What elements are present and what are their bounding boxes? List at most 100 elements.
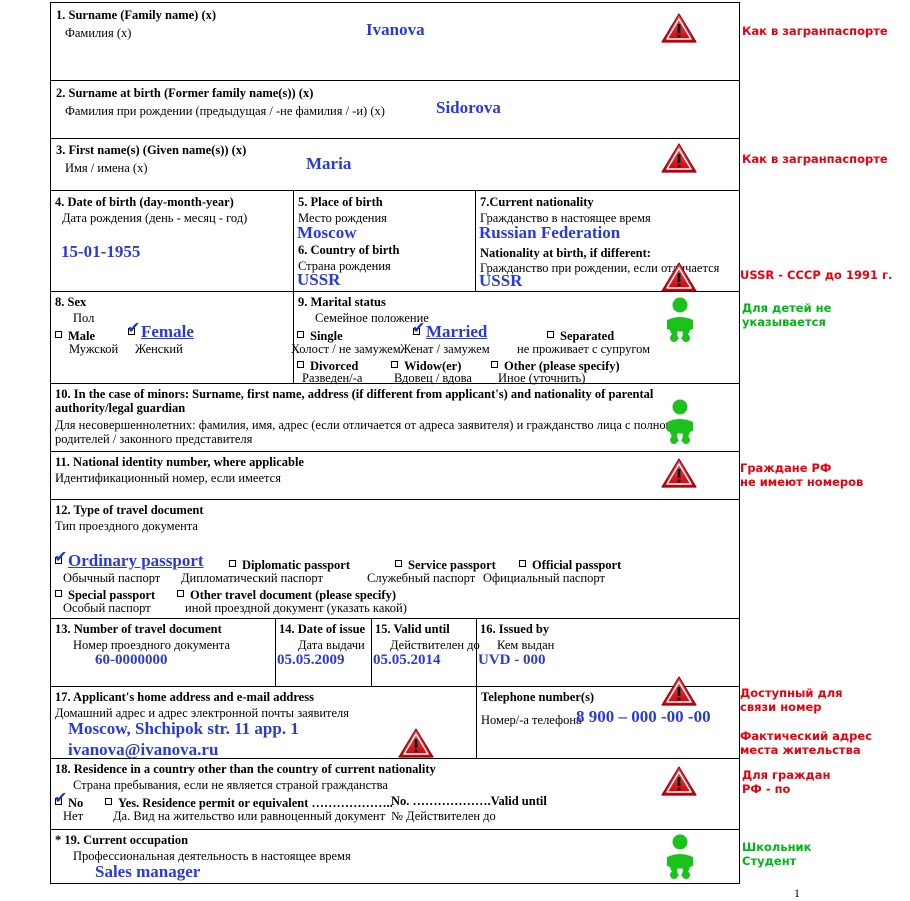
option-residence-no-label-en: No [68, 796, 84, 810]
field-10-label-ru: Для несовершеннолетних: фамилия, имя, ад… [55, 418, 674, 446]
field-row-19: * 19. Current occupation Профессиональна… [51, 830, 739, 885]
option-marital-single-label-ru: Холост / не замужем [291, 342, 401, 356]
child-icon [660, 296, 700, 344]
checkbox-other-travel-document[interactable] [177, 589, 186, 598]
field-16-label-en: 16. Issued by [480, 622, 550, 636]
field-17b-value-phone[interactable]: 8 900 – 000 -00 -00 [576, 708, 711, 726]
field-8-label-ru: Пол [73, 311, 95, 325]
option-sex-female[interactable]: ✔ Female [127, 320, 194, 342]
field-row-12: 12. Type of travel document Тип проездно… [51, 500, 739, 619]
field-12-label-ru: Тип проездного документа [55, 519, 198, 533]
checkbox-married[interactable]: ✔ [412, 320, 425, 336]
form-frame: 1. Surname (Family name) (x) Фамилия (x)… [50, 2, 740, 884]
warning-triangle-icon [661, 457, 697, 489]
field-5-label-en: 5. Place of birth [298, 195, 383, 209]
cell-divider-4 [275, 619, 276, 686]
warning-triangle-icon [661, 12, 697, 44]
field-7-label-en: 7.Current nationality [480, 195, 594, 209]
checkbox-single[interactable] [297, 330, 306, 339]
field-9-label-en: 9. Marital status [298, 295, 386, 309]
field-row-18: 18. Residence in a country other than th… [51, 759, 739, 830]
field-14-label-ru: Дата выдачи [298, 638, 365, 652]
child-icon [660, 398, 700, 446]
field-row-8-9: 8. Sex Пол Male Мужской ✔ Female Женский… [51, 292, 739, 385]
option-doc-ordinary[interactable]: ✔ Ordinary passport [54, 549, 204, 571]
field-7-value-2[interactable]: USSR [479, 272, 522, 290]
option-marital-single-label-en: Single [310, 329, 343, 343]
visa-application-sheet: 1. Surname (Family name) (x) Фамилия (x)… [0, 0, 910, 900]
field-7-value[interactable]: Russian Federation [479, 224, 620, 242]
field-12-label-en: 12. Type of travel document [55, 503, 204, 517]
checkbox-male[interactable] [55, 330, 64, 339]
field-2-label-ru: Фамилия при рождении (предыдущая / -не ф… [65, 104, 385, 118]
cell-divider-2 [475, 191, 476, 291]
checkbox-widow[interactable] [391, 360, 400, 369]
field-15-value[interactable]: 05.05.2014 [373, 652, 441, 669]
field-4-label-ru: Дата рождения (день - месяц - год) [62, 211, 248, 225]
field-4-label-en: 4. Date of birth (day-month-year) [55, 195, 234, 209]
field-14-value[interactable]: 05.05.2009 [277, 652, 345, 669]
option-doc-diplomatic-label-en: Diplomatic passport [242, 558, 350, 572]
field-row-1: 1. Surname (Family name) (x) Фамилия (x)… [51, 3, 739, 81]
checkbox-service-passport[interactable] [395, 559, 404, 568]
field-11-label-ru: Идентификационный номер, если имеется [55, 471, 281, 485]
option-doc-special-label-ru: Особый паспорт [63, 601, 151, 615]
field-3-label-en: 3. First name(s) (Given name(s)) (x) [56, 143, 247, 157]
field-19-value[interactable]: Sales manager [95, 863, 200, 881]
field-6-value[interactable]: USSR [297, 271, 340, 289]
field-17-label-ru: Домашний адрес и адрес электронной почты… [55, 706, 350, 720]
field-18-label-en: 18. Residence in a country other than th… [55, 762, 436, 776]
option-sex-male-label-en: Male [68, 329, 96, 343]
checkbox-ordinary-passport[interactable]: ✔ [54, 549, 67, 565]
margin-note-9: Школьник Студент [742, 840, 812, 869]
warning-triangle-icon [398, 727, 434, 759]
field-8-label-en: 8. Sex [55, 295, 87, 309]
field-17-value-address[interactable]: Moscow, Shchipok str. 11 app. 1 [68, 720, 299, 738]
checkbox-other-marital[interactable] [491, 360, 500, 369]
checkbox-female[interactable]: ✔ [127, 320, 140, 336]
option-doc-other-label-en: Other travel document (please specify) [190, 588, 396, 602]
field-17b-label-ru: Номер/-а телефона [481, 713, 582, 727]
margin-note-6: Доступный для связи номер [740, 686, 843, 715]
field-5-value[interactable]: Moscow [297, 224, 356, 242]
checkbox-special-passport[interactable] [55, 589, 64, 598]
field-2-value[interactable]: Sidorova [436, 99, 501, 117]
field-1-value[interactable]: Ivanova [366, 21, 425, 39]
field-16-label-ru: Кем выдан [497, 638, 555, 652]
field-1-label-en: 1. Surname (Family name) (x) [56, 8, 217, 22]
field-17b-label-en: Telephone number(s) [481, 690, 595, 704]
field-row-13-16: 13. Number of travel document Номер прое… [51, 619, 739, 687]
checkbox-divorced[interactable] [297, 360, 306, 369]
child-icon [660, 833, 700, 881]
margin-note-7: Фактический адрес места жительства [740, 729, 873, 758]
checkbox-diplomatic-passport[interactable] [229, 559, 238, 568]
option-sex-female-label-en: Female [141, 322, 194, 341]
field-19-label-ru: Профессиональная деятельность в настояще… [73, 849, 351, 863]
checkbox-official-passport[interactable] [519, 559, 528, 568]
checkbox-residence-no[interactable]: ✔ [54, 790, 67, 806]
field-16-value[interactable]: UVD - 000 [478, 652, 546, 669]
option-marital-married[interactable]: ✔ Married [412, 320, 487, 342]
warning-triangle-icon [661, 765, 697, 797]
field-17-label-en: 17. Applicant's home address and e-mail … [55, 690, 314, 704]
field-7-label-en-2: Nationality at birth, if different: [480, 246, 651, 260]
option-doc-ordinary-label-ru: Обычный паспорт [63, 571, 161, 585]
field-17-value-email[interactable]: ivanova@ivanova.ru [68, 741, 218, 759]
field-13-label-en: 13. Number of travel document [55, 622, 222, 636]
field-4-value[interactable]: 15-01-1955 [61, 243, 140, 261]
option-doc-special-label-en: Special passport [68, 588, 156, 602]
field-13-value[interactable]: 60-0000000 [95, 652, 168, 669]
field-13-label-ru: Номер проездного документа [73, 638, 231, 652]
option-marital-separated-label-ru: не проживает с супругом [517, 342, 651, 356]
checkbox-residence-yes[interactable] [105, 797, 114, 806]
option-residence-yes-label-ru: Да. Вид на жительство или равноценный до… [113, 809, 386, 823]
margin-note-1: Как в загранпаспорте [742, 24, 888, 38]
option-doc-service-label-ru: Служебный паспорт [367, 571, 476, 585]
option-residence-no-label-ru: Нет [63, 809, 84, 823]
field-19-label-en: * 19. Current occupation [55, 833, 189, 847]
checkbox-separated[interactable] [547, 330, 556, 339]
field-3-value[interactable]: Maria [306, 155, 351, 173]
cell-divider-5 [371, 619, 372, 686]
margin-note-8: Для граждан РФ - по [742, 768, 831, 797]
option-doc-official-label-ru: Официальный паспорт [483, 571, 605, 585]
